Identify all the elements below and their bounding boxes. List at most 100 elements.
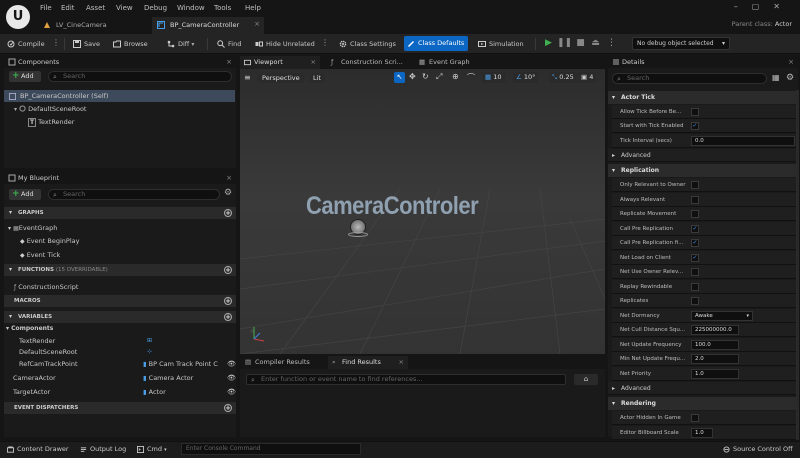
menu-asset[interactable]: Asset	[86, 4, 105, 12]
graph-item-beginplay[interactable]: ◆ Event BeginPlay	[20, 235, 79, 247]
checkbox-checked[interactable]: ✓	[691, 225, 699, 233]
menu-view[interactable]: View	[116, 4, 133, 12]
perspective-button[interactable]: Perspective	[257, 73, 305, 83]
actor-tick-advanced[interactable]: ▸ Advanced	[608, 149, 797, 162]
close-tab-icon[interactable]: ×	[399, 356, 404, 369]
browse-button[interactable]: Browse	[110, 37, 152, 51]
save-button[interactable]: Save	[70, 37, 104, 51]
scale-tool-icon[interactable]: ⤢	[436, 72, 442, 82]
close-panel-icon[interactable]: ×	[226, 56, 232, 68]
checkbox[interactable]	[691, 196, 699, 204]
net-update-input[interactable]: 100.0	[691, 340, 739, 350]
add-macro-icon[interactable]: +	[224, 297, 232, 305]
min-net-update-input[interactable]: 2.0	[691, 354, 739, 364]
window-controls[interactable]: –▢✕	[734, 2, 794, 11]
graphs-section-header[interactable]: ▾ GRAPHS +	[4, 207, 236, 219]
menu-help[interactable]: Help	[245, 4, 261, 12]
variable-type-targetactor[interactable]: ▮ Actor	[143, 386, 166, 398]
parent-class-value[interactable]: Actor	[775, 20, 792, 28]
macros-section-header[interactable]: MACROS +	[4, 295, 236, 307]
variable-type-cameraactor[interactable]: ▮ Camera Actor	[143, 372, 193, 384]
class-defaults-button[interactable]: Class Defaults	[404, 36, 469, 51]
tab-viewport[interactable]: Viewport ×	[240, 56, 320, 69]
billboard-scale-input[interactable]: 1.0	[691, 428, 713, 438]
find-button[interactable]: Find	[214, 37, 245, 51]
close-tab-icon[interactable]: ×	[254, 20, 260, 28]
menu-debug[interactable]: Debug	[144, 4, 167, 12]
console-command-input[interactable]: Enter Console Command	[181, 443, 361, 455]
diff-button[interactable]: Diff ▾	[164, 37, 198, 51]
details-scrollbar[interactable]	[796, 90, 799, 440]
scale-snap-button[interactable]: ⤡ 0.25	[549, 72, 577, 83]
component-item-textrender[interactable]: T TextRender	[28, 116, 74, 128]
translate-tool-icon[interactable]: ✥	[409, 72, 416, 81]
graph-item-eventgraph[interactable]: ▾ ▦EventGraph	[8, 222, 57, 234]
stop-icon[interactable]: ■	[575, 38, 586, 49]
gear-icon[interactable]: ⚙	[224, 188, 232, 198]
checkbox-checked[interactable]: ✓	[691, 254, 699, 262]
close-panel-icon[interactable]: ×	[226, 172, 232, 184]
tab-find-results[interactable]: ⌕ Find Results ×	[328, 356, 408, 369]
select-tool-icon[interactable]: ↖	[394, 72, 405, 83]
checkbox[interactable]	[691, 268, 699, 276]
component-item-defaultsceneroot[interactable]: ▾ DefaultSceneRoot	[14, 103, 86, 115]
replication-section[interactable]: ▾ Replication	[608, 164, 797, 177]
property-matrix-icon[interactable]: ▦	[772, 73, 780, 82]
menu-edit[interactable]: Edit	[61, 4, 75, 12]
class-settings-button[interactable]: Class Settings	[336, 37, 400, 51]
play-icon[interactable]: ▶	[543, 38, 554, 49]
menu-window[interactable]: Window	[177, 4, 205, 12]
component-item-self[interactable]: BP_CameraController (Self)	[4, 90, 235, 102]
tab-compiler-results[interactable]: ▤ Compiler Results	[242, 356, 324, 369]
blueprint-search-input[interactable]: ⌕ Search	[48, 189, 220, 200]
tab-construction-script[interactable]: ƒ Construction Scri...	[326, 56, 408, 69]
compile-options-icon[interactable]: ⋮	[52, 38, 60, 47]
replication-advanced[interactable]: ▸ Advanced	[608, 382, 797, 395]
pause-icon[interactable]: ❚❚	[557, 38, 572, 49]
add-variable-icon[interactable]: +	[224, 313, 232, 321]
add-dispatcher-icon[interactable]: +	[224, 404, 232, 412]
checkbox-checked[interactable]: ✓	[691, 239, 699, 247]
rotation-snap-button[interactable]: ∠ 10°	[513, 72, 539, 83]
tab-lv-cinecamera[interactable]: LV_CineCamera	[38, 17, 148, 34]
camera-controller-text-render[interactable]: CameraControler	[306, 191, 479, 221]
play-options-icon[interactable]: ⋮	[606, 38, 617, 49]
checkbox[interactable]	[691, 414, 699, 422]
variables-components-category[interactable]: ▾ Components	[6, 324, 53, 334]
tree-expand-icon[interactable]: ▾	[14, 106, 17, 113]
visibility-eye-icon[interactable]: 👁	[227, 360, 236, 368]
menu-file[interactable]: File	[40, 4, 52, 12]
checkbox[interactable]	[691, 283, 699, 291]
add-component-button[interactable]: Add	[9, 71, 41, 82]
add-graph-icon[interactable]: +	[224, 209, 232, 217]
lit-button[interactable]: Lit	[309, 73, 325, 83]
world-space-icon[interactable]: ⊕	[452, 72, 459, 81]
components-search-input[interactable]: ⌕ Search	[48, 71, 232, 82]
net-dormancy-select[interactable]: Awake ▾	[691, 311, 753, 321]
visibility-eye-icon[interactable]: 👁	[227, 374, 236, 382]
rotate-tool-icon[interactable]: ↻	[422, 72, 429, 81]
tick-interval-input[interactable]: 0.0	[691, 136, 795, 146]
source-control-button[interactable]: Source Control Off	[721, 444, 793, 455]
simulation-button[interactable]: Simulation	[475, 37, 528, 51]
content-drawer-button[interactable]: Content Drawer	[5, 444, 69, 455]
gear-icon[interactable]: ⚙	[786, 73, 794, 83]
variable-row-targetactor[interactable]: TargetActor	[13, 386, 50, 398]
find-references-input[interactable]: ⌕ Enter function or event name to find re…	[246, 374, 566, 385]
viewport-menu-icon[interactable]: ≡	[244, 73, 251, 82]
net-priority-input[interactable]: 1.0	[691, 369, 739, 379]
variable-type-refcamtrackpoint[interactable]: ▮ BP Cam Track Point C	[143, 358, 223, 370]
tab-bp-cameracontroller[interactable]: BP_CameraController ×	[152, 17, 264, 34]
variable-row-refcamtrackpoint[interactable]: RefCamTrackPoint	[19, 358, 78, 370]
cmd-selector[interactable]: Cmd ▾	[135, 444, 167, 456]
rendering-section[interactable]: ▾ Rendering	[608, 397, 797, 410]
event-dispatchers-section-header[interactable]: EVENT DISPATCHERS +	[4, 402, 236, 414]
unreal-logo-icon[interactable]: U	[6, 5, 30, 29]
close-tab-icon[interactable]: ×	[311, 56, 316, 69]
variables-section-header[interactable]: ▾ VARIABLES +	[4, 311, 236, 323]
checkbox[interactable]	[691, 181, 699, 189]
tab-event-graph[interactable]: ▦ Event Graph	[414, 56, 494, 69]
close-panel-icon[interactable]: ×	[788, 56, 794, 68]
hide-unrelated-button[interactable]: Hide Unrelated	[252, 37, 319, 51]
visibility-eye-icon[interactable]: 👁	[227, 388, 236, 396]
